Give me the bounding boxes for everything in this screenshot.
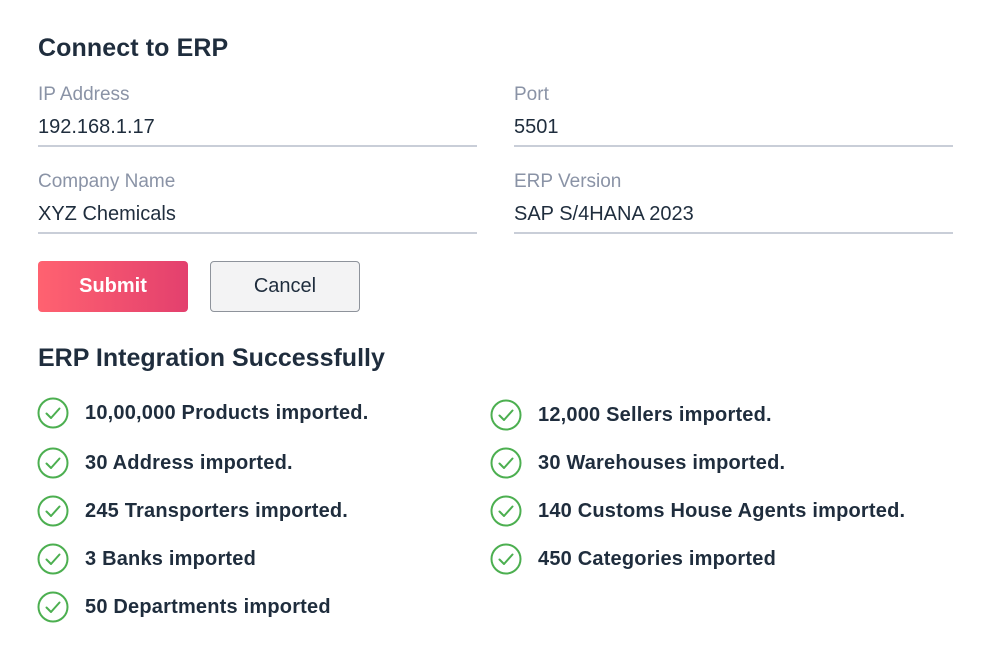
list-item-label: 10,00,000 Products imported. [85, 401, 369, 424]
list-item-label: 30 Address imported. [85, 451, 293, 474]
check-circle-icon [37, 495, 69, 527]
check-circle-icon [490, 447, 522, 479]
ip-address-label: IP Address [38, 84, 130, 105]
list-item: 245 Transporters imported. [37, 494, 348, 528]
erp-version-field[interactable]: ERP Version SAP S/4HANA 2023 [514, 170, 953, 234]
company-name-label: Company Name [38, 171, 176, 192]
check-circle-icon [490, 495, 522, 527]
company-name-input[interactable]: XYZ Chemicals [38, 202, 477, 234]
list-item: 12,000 Sellers imported. [490, 398, 772, 432]
integration-status-title: ERP Integration Successfully [38, 344, 385, 372]
check-circle-icon [37, 591, 69, 623]
list-item-label: 450 Categories imported [538, 547, 777, 570]
list-item: 140 Customs House Agents imported. [490, 494, 905, 528]
list-item-label: 12,000 Sellers imported. [538, 403, 772, 426]
port-field[interactable]: Port 5501 [514, 83, 953, 147]
check-circle-icon [37, 447, 69, 479]
ip-address-field[interactable]: IP Address 192.168.1.17 [38, 83, 477, 147]
list-item: 10,00,000 Products imported. [37, 396, 368, 430]
erp-version-label: ERP Version [514, 171, 622, 192]
erp-version-input[interactable]: SAP S/4HANA 2023 [514, 202, 953, 234]
port-label: Port [514, 84, 549, 105]
list-item: 3 Banks imported [37, 542, 256, 576]
check-circle-icon [490, 543, 522, 575]
list-item: 450 Categories imported [490, 542, 776, 576]
company-name-field[interactable]: Company Name XYZ Chemicals [38, 170, 477, 234]
check-circle-icon [490, 399, 522, 431]
list-item-label: 50 Departments imported [85, 595, 331, 618]
list-item: 50 Departments imported [37, 590, 331, 624]
list-item-label: 3 Banks imported [85, 547, 257, 570]
list-item-label: 30 Warehouses imported. [538, 451, 786, 474]
submit-button[interactable]: Submit [38, 261, 188, 312]
cancel-button[interactable]: Cancel [210, 261, 360, 312]
check-circle-icon [37, 397, 69, 429]
list-item-label: 140 Customs House Agents imported. [538, 499, 906, 522]
list-item: 30 Address imported. [37, 446, 293, 480]
list-item: 30 Warehouses imported. [490, 446, 785, 480]
ip-address-input[interactable]: 192.168.1.17 [38, 115, 477, 147]
list-item-label: 245 Transporters imported. [85, 499, 349, 522]
form-title: Connect to ERP [38, 34, 229, 62]
port-input[interactable]: 5501 [514, 115, 953, 147]
check-circle-icon [37, 543, 69, 575]
